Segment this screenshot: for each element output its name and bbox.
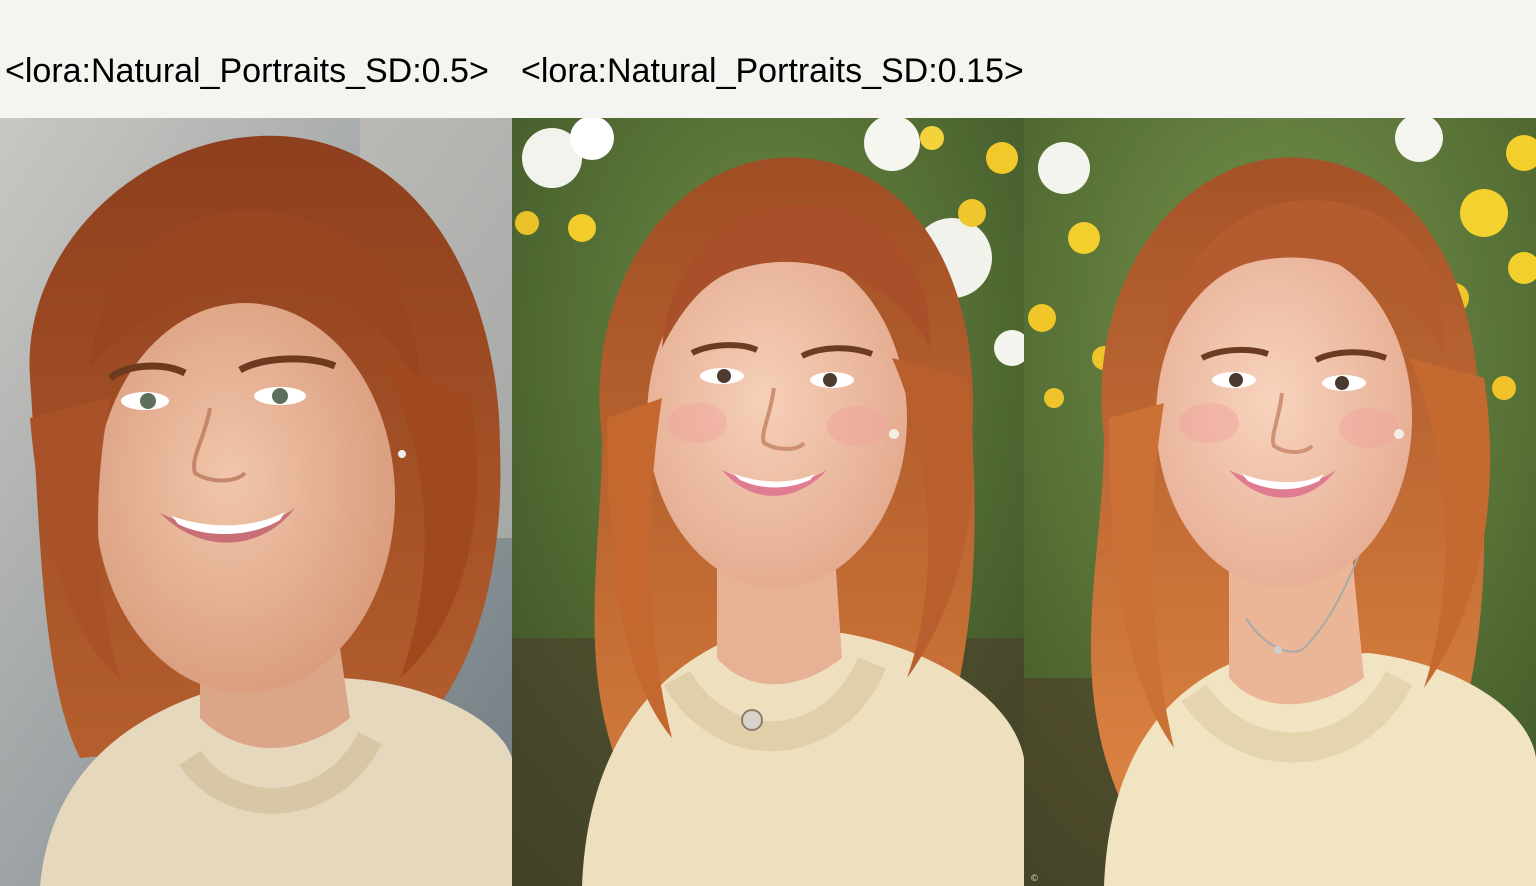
- portrait-illustration-2: [512, 118, 1024, 886]
- image-grid: ©: [0, 118, 1536, 886]
- portrait-image-3: ©: [1024, 118, 1536, 886]
- portrait-image-2: [512, 118, 1024, 886]
- caption-lora-0-5: <lora:Natural_Portraits_SD:0.5>: [5, 52, 489, 90]
- portrait-illustration-3: [1024, 118, 1536, 886]
- caption-bar: <lora:Natural_Portraits_SD:0.5> <lora:Na…: [0, 0, 1536, 118]
- caption-lora-0-15: <lora:Natural_Portraits_SD:0.15>: [521, 52, 1024, 90]
- watermark-signature: ©: [1030, 874, 1039, 884]
- portrait-illustration-1: [0, 118, 512, 886]
- portrait-image-1: [0, 118, 512, 886]
